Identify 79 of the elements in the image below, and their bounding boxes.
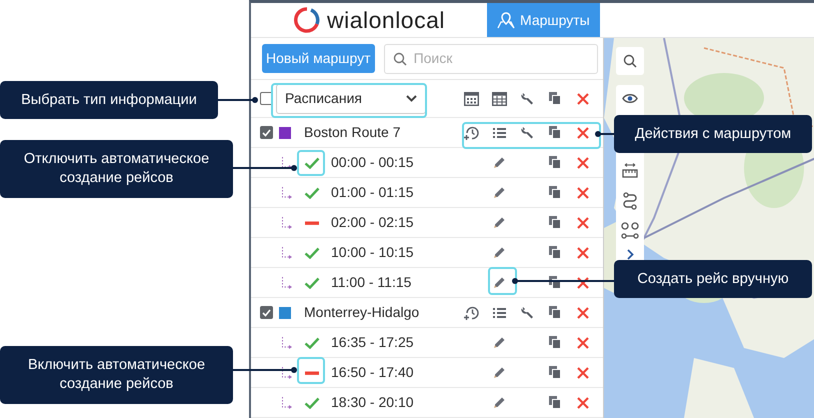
logo-text: wialonlocal <box>326 6 445 35</box>
pencil-icon[interactable] <box>492 276 506 289</box>
branch-arrow-icon <box>281 186 293 200</box>
clock-plus-icon[interactable] <box>463 124 479 140</box>
callout: Отключить автоматическое создание рейсов <box>0 140 233 198</box>
callout: Действия с маршрутом <box>614 115 812 153</box>
callout: Выбрать тип информации <box>0 81 218 119</box>
leader-line <box>230 367 297 373</box>
copy-icon[interactable] <box>549 216 561 229</box>
check-icon[interactable] <box>304 336 320 348</box>
schedule-time: 11:00 - 11:15 <box>331 273 412 292</box>
schedule-time: 01:00 - 01:15 <box>331 183 415 202</box>
search-icon[interactable] <box>623 54 637 68</box>
copy-icon[interactable] <box>549 246 561 259</box>
checkbox[interactable] <box>260 126 273 139</box>
leader-line <box>215 97 258 103</box>
pencil-icon[interactable] <box>492 216 506 229</box>
check-icon[interactable] <box>304 246 320 258</box>
pencil-icon[interactable] <box>492 156 506 169</box>
list-icon[interactable] <box>492 126 506 138</box>
branch-arrow-icon <box>281 396 293 410</box>
wrench-icon[interactable] <box>520 306 534 319</box>
schedule-time: 16:35 - 17:25 <box>331 333 415 352</box>
calendar-grid-icon[interactable] <box>492 92 506 106</box>
copy-icon[interactable] <box>549 366 561 379</box>
branch-arrow-icon <box>281 366 293 380</box>
schedule-time: 10:00 - 10:15 <box>331 243 415 262</box>
routes-tab[interactable]: Маршруты <box>487 3 600 37</box>
close-icon[interactable] <box>577 276 589 288</box>
copy-icon[interactable] <box>549 186 561 199</box>
pencil-icon[interactable] <box>492 186 506 199</box>
pencil-icon[interactable] <box>492 366 506 379</box>
route-name: Boston Route 7 <box>304 123 402 142</box>
highlight-frame <box>297 357 325 384</box>
leader-line <box>595 131 614 137</box>
search-field[interactable]: Поиск <box>384 44 598 74</box>
checkbox[interactable] <box>260 306 273 319</box>
chevron-down-icon[interactable] <box>406 95 417 102</box>
highlight-frame <box>297 150 325 176</box>
copy-icon[interactable] <box>549 126 561 139</box>
pencil-icon[interactable] <box>492 336 506 349</box>
calendar-icon[interactable] <box>464 92 478 106</box>
check-icon[interactable] <box>304 186 320 198</box>
info-type-dropdown[interactable]: Расписания <box>276 84 426 114</box>
branch-arrow-icon <box>281 216 293 230</box>
check-icon[interactable] <box>304 396 320 408</box>
pins-icon[interactable] <box>621 220 639 239</box>
route-name: Monterrey-Hidalgo <box>304 303 420 322</box>
branch-arrow-icon <box>281 276 293 290</box>
schedule-time: 00:00 - 00:15 <box>331 153 415 172</box>
chevron-right-icon[interactable] <box>626 248 634 260</box>
check-icon[interactable] <box>304 276 320 288</box>
new-route-button[interactable]: Новый маршрут <box>262 44 375 73</box>
wrench-icon[interactable] <box>520 126 534 139</box>
wrench-icon[interactable] <box>520 92 534 105</box>
copy-icon[interactable] <box>549 306 561 319</box>
schedule-time: 18:30 - 20:10 <box>331 393 415 412</box>
branch-arrow-icon <box>281 336 293 350</box>
list-icon[interactable] <box>492 306 506 318</box>
copy-icon[interactable] <box>549 396 561 409</box>
copy-icon[interactable] <box>549 276 561 289</box>
copy-icon[interactable] <box>549 156 561 169</box>
eye-icon[interactable] <box>622 93 638 104</box>
pencil-icon[interactable] <box>492 396 506 409</box>
copy-icon[interactable] <box>549 92 561 105</box>
clock-plus-icon[interactable] <box>463 304 479 320</box>
route-icon[interactable] <box>623 192 637 210</box>
callout: Создать рейс вручную <box>614 260 812 298</box>
callout: Включить автоматическое создание рейсов <box>0 346 233 404</box>
check-icon[interactable] <box>304 156 320 168</box>
leader-line <box>230 165 297 171</box>
ruler-icon[interactable] <box>622 163 638 180</box>
logo-icon <box>292 6 321 34</box>
branch-arrow-icon <box>281 246 293 260</box>
copy-icon[interactable] <box>549 336 561 349</box>
schedule-time: 02:00 - 02:15 <box>331 213 415 232</box>
pencil-icon[interactable] <box>492 246 506 259</box>
schedule-time: 16:50 - 17:40 <box>331 363 415 382</box>
map-pin-icon <box>497 12 515 28</box>
